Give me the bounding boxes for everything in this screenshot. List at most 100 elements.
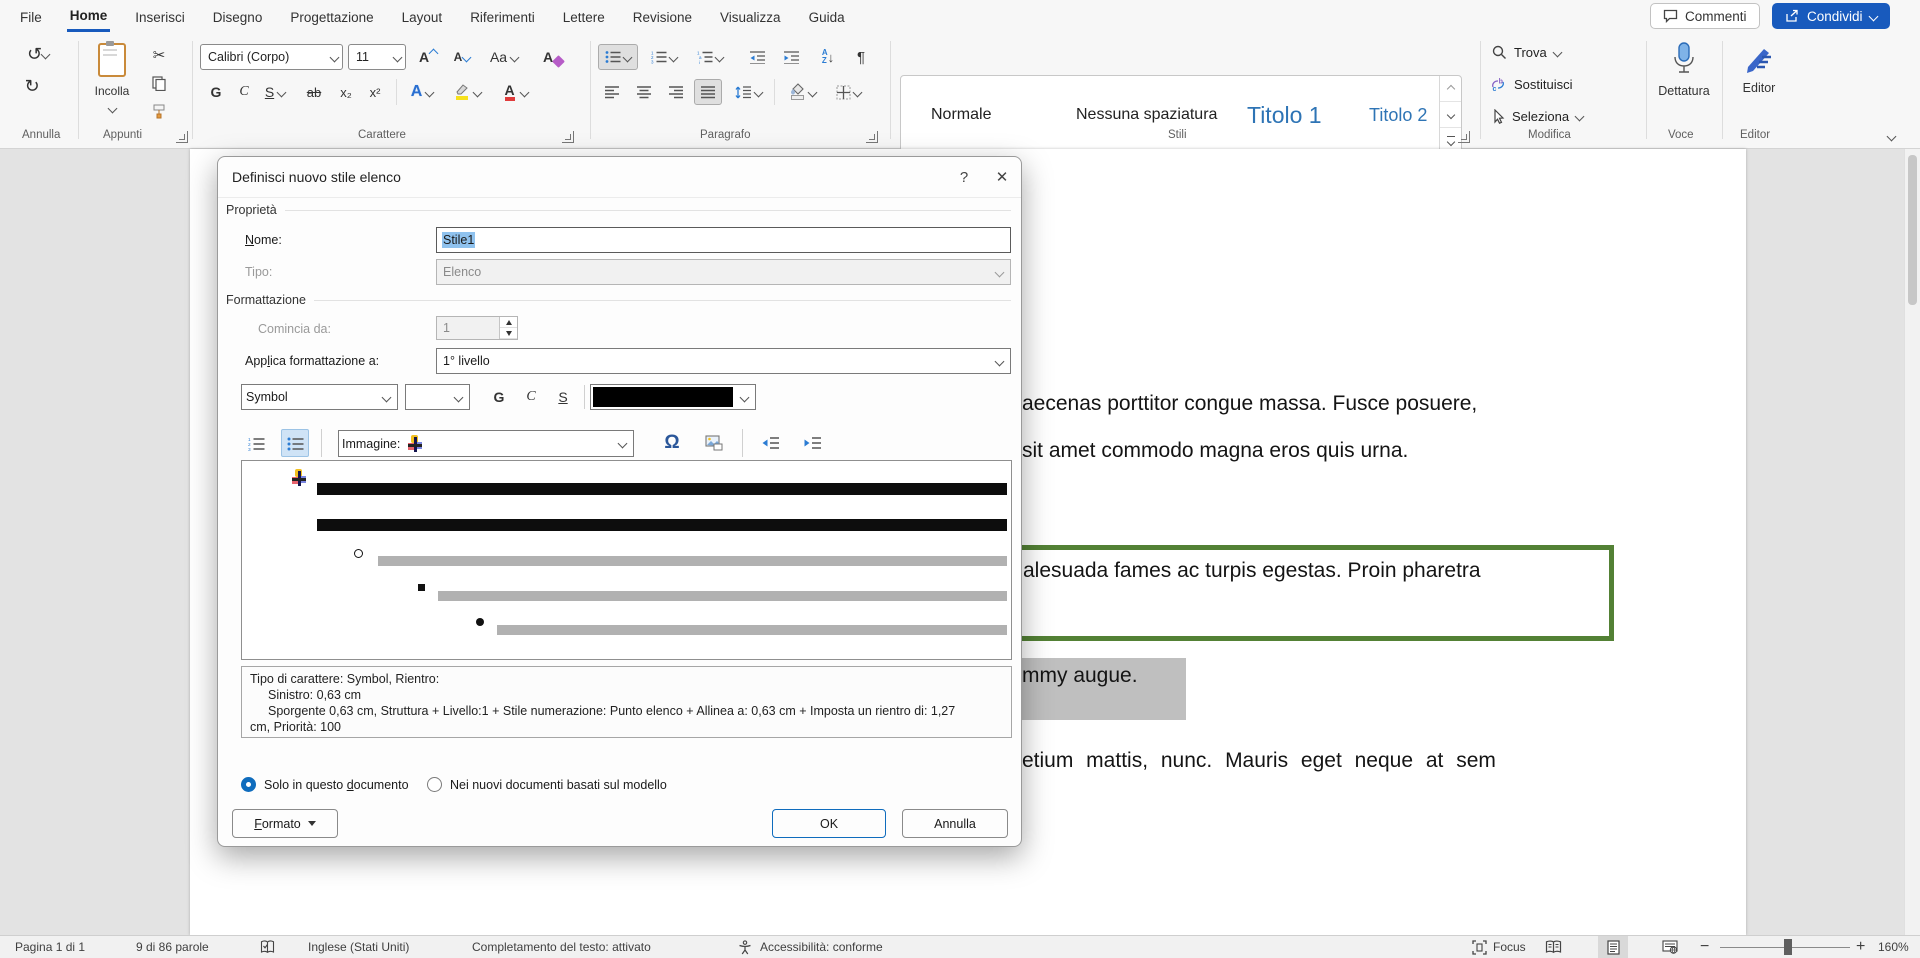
decrease-indent-button[interactable] (742, 44, 772, 70)
dialog-decrease-indent-button[interactable] (756, 429, 784, 457)
superscript-button[interactable]: x² (362, 79, 388, 105)
tab-file[interactable]: File (17, 3, 45, 31)
align-left-button[interactable] (598, 79, 626, 105)
select-button[interactable]: Seleziona (1492, 109, 1583, 124)
radio-new-documents[interactable]: Nei nuovi documenti basati sul modello (427, 777, 667, 792)
proofing-icon[interactable] (260, 936, 275, 958)
style-titolo-1[interactable]: Titolo 1 (1247, 76, 1322, 154)
multilevel-list-button[interactable]: 1ai (690, 44, 730, 70)
increase-indent-button[interactable] (776, 44, 806, 70)
radio-only-this-document[interactable]: Solo in questo documento (241, 777, 409, 792)
dialog-increase-indent-button[interactable] (798, 429, 826, 457)
bold-button[interactable]: G (204, 79, 228, 105)
subscript-button[interactable]: x₂ (333, 79, 359, 105)
tab-visualizza[interactable]: Visualizza (717, 3, 784, 31)
tab-lettere[interactable]: Lettere (560, 3, 608, 31)
format-menu-button[interactable]: Formato (232, 809, 338, 838)
tab-disegno[interactable]: Disegno (210, 3, 266, 31)
shading-button[interactable] (782, 79, 822, 105)
clear-formatting-button[interactable]: A (538, 44, 568, 70)
dictate-button[interactable]: Dettatura (1652, 41, 1716, 98)
undo-button[interactable]: ↺ (18, 41, 58, 67)
replace-button[interactable]: bc Sostituisci (1490, 77, 1573, 92)
align-center-button[interactable] (630, 79, 658, 105)
editor-button[interactable]: Editor (1728, 41, 1790, 95)
collapse-ribbon-chevron[interactable] (1887, 132, 1897, 142)
borders-button[interactable] (828, 79, 868, 105)
read-mode-button[interactable] (1545, 936, 1562, 958)
text-prediction-indicator[interactable]: Completamento del testo: attivato (472, 936, 651, 958)
highlight-color-button[interactable] (448, 79, 486, 105)
scrollbar-thumb[interactable] (1908, 155, 1917, 305)
page-indicator[interactable]: Pagina 1 di 1 (15, 936, 85, 958)
copy-button[interactable] (146, 71, 172, 95)
styles-scroll-up[interactable] (1440, 76, 1461, 102)
bullets-button[interactable] (598, 44, 638, 70)
font-dialog-launcher[interactable] (562, 131, 574, 143)
symbol-insert-button[interactable]: Ω (658, 429, 686, 457)
text-effects-button[interactable]: A (404, 79, 440, 105)
zoom-percentage[interactable]: 160% (1878, 936, 1909, 958)
bullet-font-combo[interactable]: Symbol (241, 384, 398, 410)
justify-button[interactable] (694, 79, 722, 105)
paste-button[interactable]: Incolla (88, 43, 136, 117)
focus-mode-button[interactable]: Focus (1472, 936, 1526, 958)
font-name-combo[interactable]: Calibri (Corpo) (200, 44, 343, 70)
web-layout-button[interactable] (1662, 936, 1678, 958)
paragraph-dialog-launcher[interactable] (866, 131, 878, 143)
spinner-down-button[interactable] (500, 328, 517, 339)
zoom-out-button[interactable]: − (1700, 936, 1709, 958)
numbering-button[interactable]: 123 (644, 44, 684, 70)
change-case-button[interactable]: Aa (483, 44, 525, 70)
word-count[interactable]: 9 di 86 parole (136, 936, 209, 958)
tab-revisione[interactable]: Revisione (630, 3, 695, 31)
bullet-color-combo[interactable] (590, 384, 756, 410)
show-paragraph-marks-button[interactable]: ¶ (848, 44, 874, 70)
align-right-button[interactable] (662, 79, 690, 105)
spinner-up-button[interactable] (500, 317, 517, 328)
ok-button[interactable]: OK (772, 809, 886, 838)
strikethrough-button[interactable]: ab (300, 79, 328, 105)
dialog-help-button[interactable]: ? (945, 157, 983, 197)
bullet-underline-button[interactable]: S (550, 384, 576, 409)
styles-scroll-down[interactable] (1440, 102, 1461, 128)
style-normale[interactable]: Normale (931, 76, 991, 154)
zoom-slider-handle[interactable] (1784, 939, 1792, 955)
picture-insert-button[interactable] (700, 429, 728, 457)
bullet-size-combo[interactable] (405, 384, 470, 410)
print-layout-button[interactable] (1598, 936, 1628, 958)
tab-layout[interactable]: Layout (399, 3, 446, 31)
dialog-close-button[interactable]: ✕ (983, 157, 1021, 197)
name-input[interactable]: Stile1 (436, 227, 1011, 253)
tab-home[interactable]: Home (67, 1, 111, 32)
dialog-titlebar[interactable]: Definisci nuovo stile elenco ? ✕ (218, 157, 1021, 198)
bullet-bold-button[interactable]: G (486, 384, 512, 409)
vertical-scrollbar[interactable] (1904, 149, 1920, 935)
zoom-in-button[interactable]: + (1856, 936, 1865, 958)
cancel-button[interactable]: Annulla (902, 809, 1008, 838)
tab-inserisci[interactable]: Inserisci (132, 3, 188, 31)
accessibility-status[interactable]: Accessibilità: conforme (760, 936, 883, 958)
redo-button[interactable]: ↻ (18, 73, 46, 99)
share-button[interactable]: Condividi (1772, 3, 1890, 29)
clipboard-dialog-launcher[interactable] (176, 131, 188, 143)
style-titolo-2[interactable]: Titolo 2 (1369, 76, 1427, 154)
bullet-italic-button[interactable]: C (518, 384, 544, 409)
tab-riferimenti[interactable]: Riferimenti (467, 3, 538, 31)
line-spacing-button[interactable] (728, 79, 768, 105)
sort-button[interactable]: AZ ↓ (812, 44, 844, 70)
tab-progettazione[interactable]: Progettazione (287, 3, 376, 31)
grow-font-button[interactable]: A (413, 44, 443, 70)
italic-button[interactable]: C (232, 79, 256, 105)
font-color-button[interactable]: A (496, 79, 534, 105)
language-indicator[interactable]: Inglese (Stati Uniti) (308, 936, 409, 958)
numbering-type-button[interactable]: 123 (242, 429, 270, 457)
style-nessuna-spaziatura[interactable]: Nessuna spaziatura (1076, 76, 1228, 154)
font-size-combo[interactable]: 11 (348, 44, 406, 70)
tab-guida[interactable]: Guida (806, 3, 848, 31)
image-bullet-combo[interactable]: Immagine: (338, 430, 634, 457)
shrink-font-button[interactable]: A (447, 44, 477, 70)
styles-dialog-launcher[interactable] (1458, 131, 1470, 143)
bullet-type-button[interactable] (281, 429, 309, 457)
underline-button[interactable]: S (258, 79, 292, 105)
